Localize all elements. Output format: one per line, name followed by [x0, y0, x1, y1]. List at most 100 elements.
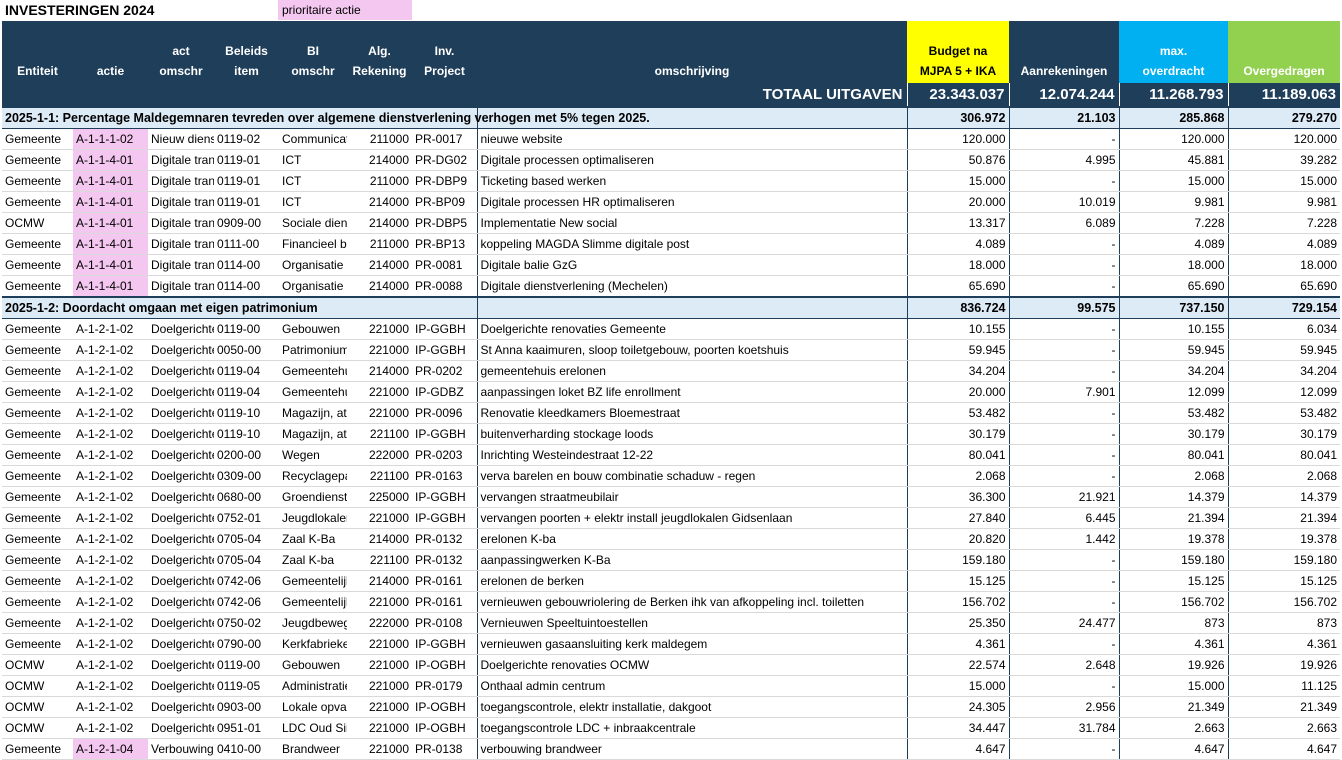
cell-max[interactable]: 21.394	[1118, 507, 1228, 529]
cell-overgedragen[interactable]: 34.204	[1227, 360, 1340, 382]
cell-inv-project[interactable]: IP-OGBH	[412, 717, 477, 739]
cell-act-omschr[interactable]: Doelgerichte renovaties	[148, 696, 214, 718]
cell-beleidsitem[interactable]: 0705-04	[214, 549, 279, 571]
cell-bi-omschr[interactable]: Gemeentehuis	[279, 381, 347, 403]
cell-beleidsitem[interactable]: 0909-00	[214, 212, 279, 234]
cell-budget[interactable]: 36.300	[906, 486, 1009, 508]
cell-aanrekeningen[interactable]: -	[1008, 423, 1119, 445]
cell-actie[interactable]: A-1-1-4-01	[73, 191, 148, 213]
cell-overgedragen[interactable]: 156.702	[1227, 591, 1340, 613]
cell-actie[interactable]: A-1-2-1-02	[73, 570, 148, 592]
cell-overgedragen[interactable]: 19.378	[1227, 528, 1340, 550]
cell-inv-project[interactable]: PR-0108	[412, 612, 477, 634]
group-overgedragen[interactable]: 279.270	[1227, 106, 1340, 129]
cell-entiteit[interactable]: Gemeente	[2, 128, 73, 150]
cell-entiteit[interactable]: Gemeente	[2, 612, 73, 634]
cell-entiteit[interactable]: Gemeente	[2, 633, 73, 655]
cell-entiteit[interactable]: Gemeente	[2, 254, 73, 276]
cell-beleidsitem[interactable]: 0742-06	[214, 591, 279, 613]
cell-budget[interactable]: 4.361	[906, 633, 1009, 655]
cell-entiteit[interactable]: Gemeente	[2, 444, 73, 466]
cell-max[interactable]: 7.228	[1118, 212, 1228, 234]
cell-alg-rekening[interactable]: 221000	[347, 738, 412, 760]
cell-entiteit[interactable]: Gemeente	[2, 381, 73, 403]
cell-beleidsitem[interactable]: 0114-00	[214, 254, 279, 276]
cell-omschrijving[interactable]: St Anna kaaimuren, sloop toiletgebouw, p…	[476, 339, 907, 361]
cell-act-omschr[interactable]: Doelgerichte renovaties	[148, 423, 214, 445]
cell-max[interactable]: 21.349	[1118, 696, 1228, 718]
cell-alg-rekening[interactable]: 221000	[347, 402, 412, 424]
cell-budget[interactable]: 80.041	[906, 444, 1009, 466]
cell-alg-rekening[interactable]: 214000	[347, 570, 412, 592]
cell-entiteit[interactable]: Gemeente	[2, 465, 73, 487]
cell-inv-project[interactable]: IP-GGBH	[412, 318, 477, 340]
cell-omschrijving[interactable]: verbouwing brandweer	[476, 738, 907, 760]
cell-actie[interactable]: A-1-2-1-02	[73, 549, 148, 571]
cell-act-omschr[interactable]: Doelgerichte renovaties	[148, 612, 214, 634]
cell-bi-omschr[interactable]: Gemeentelijke	[279, 591, 347, 613]
col-aanrekeningen[interactable]: Aanrekeningen	[1009, 21, 1119, 83]
cell-overgedragen[interactable]: 4.361	[1227, 633, 1340, 655]
cell-bi-omschr[interactable]: ICT	[279, 149, 347, 171]
cell-bi-omschr[interactable]: Gemeentehuis	[279, 360, 347, 382]
cell-max[interactable]: 65.690	[1118, 275, 1228, 298]
cell-inv-project[interactable]: PR-0203	[412, 444, 477, 466]
cell-act-omschr[interactable]: Doelgerichte renovaties	[148, 675, 214, 697]
cell-omschrijving[interactable]: Digitale processen optimaliseren	[476, 149, 907, 171]
cell-alg-rekening[interactable]: 221000	[347, 654, 412, 676]
cell-bi-omschr[interactable]: Organisatie	[279, 254, 347, 276]
cell-aanrekeningen[interactable]: -	[1008, 549, 1119, 571]
cell-overgedragen[interactable]: 65.690	[1227, 275, 1340, 298]
col-alg-rekening[interactable]: Alg. Rekening	[347, 21, 412, 83]
cell-budget[interactable]: 53.482	[906, 402, 1009, 424]
cell-inv-project[interactable]: IP-OGBH	[412, 654, 477, 676]
cell-entiteit[interactable]: Gemeente	[2, 528, 73, 550]
cell-budget[interactable]: 65.690	[906, 275, 1009, 298]
cell-act-omschr[interactable]: Doelgerichte renovaties	[148, 654, 214, 676]
cell-budget[interactable]: 34.447	[906, 717, 1009, 739]
cell-act-omschr[interactable]: Doelgerichte renovaties	[148, 591, 214, 613]
col-beleidsitem[interactable]: Beleids item	[214, 21, 279, 83]
cell-beleidsitem[interactable]: 0750-02	[214, 612, 279, 634]
cell-max[interactable]: 45.881	[1118, 149, 1228, 171]
total-aanrekeningen[interactable]: 12.074.244	[1008, 83, 1119, 107]
cell-overgedragen[interactable]: 12.099	[1227, 381, 1340, 403]
cell-beleidsitem[interactable]: 0111-00	[214, 233, 279, 255]
cell-beleidsitem[interactable]: 0050-00	[214, 339, 279, 361]
cell-max[interactable]: 19.926	[1118, 654, 1228, 676]
cell-bi-omschr[interactable]: ICT	[279, 170, 347, 192]
cell-budget[interactable]: 22.574	[906, 654, 1009, 676]
cell-bi-omschr[interactable]: Gemeentelijke	[279, 570, 347, 592]
cell-budget[interactable]: 20.000	[906, 381, 1009, 403]
cell-bi-omschr[interactable]: Zaal K-Ba	[279, 528, 347, 550]
cell-act-omschr[interactable]: Digitale transformatie	[148, 233, 214, 255]
cell-entiteit[interactable]: Gemeente	[2, 149, 73, 171]
cell-beleidsitem[interactable]: 0119-10	[214, 402, 279, 424]
cell-omschrijving[interactable]: Vernieuwen Speeltuintoestellen	[476, 612, 907, 634]
cell-act-omschr[interactable]: Doelgerichte renovaties	[148, 549, 214, 571]
cell-bi-omschr[interactable]: Patrimonium	[279, 339, 347, 361]
cell-alg-rekening[interactable]: 211000	[347, 170, 412, 192]
group-max[interactable]: 737.150	[1118, 296, 1228, 319]
cell-actie[interactable]: A-1-2-1-02	[73, 339, 148, 361]
group-aanrekeningen[interactable]: 99.575	[1008, 296, 1119, 319]
cell-inv-project[interactable]: PR-0161	[412, 570, 477, 592]
cell-beleidsitem[interactable]: 0119-02	[214, 128, 279, 150]
cell-bi-omschr[interactable]: Wegen	[279, 444, 347, 466]
cell-max[interactable]: 80.041	[1118, 444, 1228, 466]
cell-act-omschr[interactable]: Digitale transformatie	[148, 275, 214, 298]
cell-actie[interactable]: A-1-2-1-04	[73, 738, 148, 760]
cell-inv-project[interactable]: IP-GGBH	[412, 633, 477, 655]
cell-entiteit[interactable]: OCMW	[2, 696, 73, 718]
cell-actie[interactable]: A-1-2-1-02	[73, 486, 148, 508]
cell-bi-omschr[interactable]: ICT	[279, 191, 347, 213]
group-max[interactable]: 285.868	[1118, 106, 1228, 129]
cell-beleidsitem[interactable]: 0790-00	[214, 633, 279, 655]
cell-entiteit[interactable]: Gemeente	[2, 570, 73, 592]
cell-bi-omschr[interactable]: Jeugdbeweging	[279, 612, 347, 634]
cell-beleidsitem[interactable]: 0200-00	[214, 444, 279, 466]
cell-actie[interactable]: A-1-2-1-02	[73, 675, 148, 697]
cell-max[interactable]: 120.000	[1118, 128, 1228, 150]
cell-aanrekeningen[interactable]: -	[1008, 444, 1119, 466]
cell-inv-project[interactable]: PR-DG02	[412, 149, 477, 171]
